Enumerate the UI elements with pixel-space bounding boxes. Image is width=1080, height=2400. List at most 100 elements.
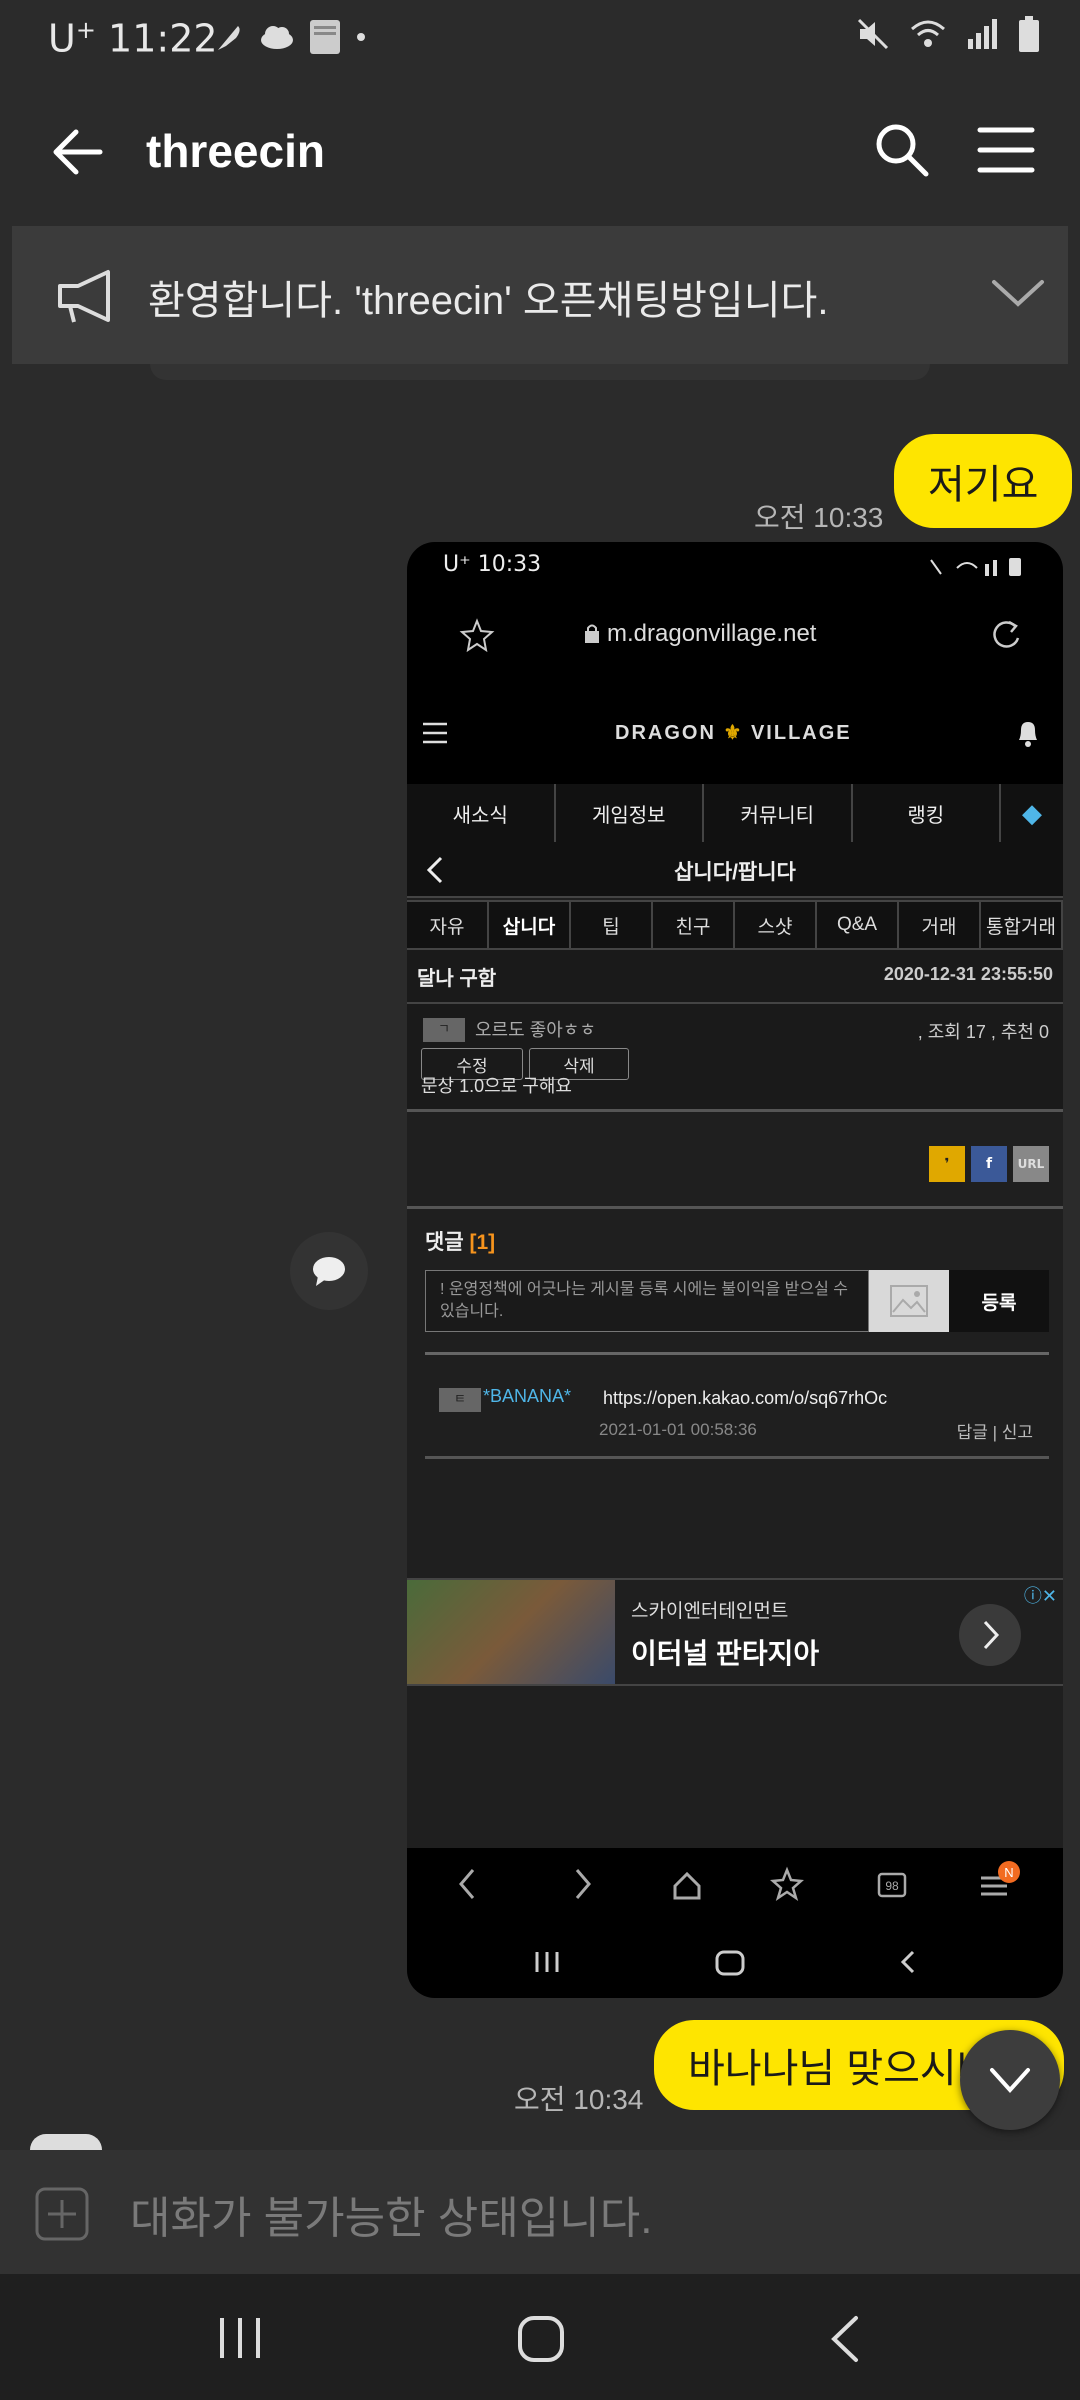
status-bar: U+ 11:22 (0, 0, 1080, 78)
hamburger-icon (423, 722, 447, 744)
chevron-down-icon (990, 2068, 1030, 2093)
board-title: 삽니다/팝니다 (674, 861, 796, 884)
tabs-count: 98 (885, 1879, 899, 1893)
comment-actions: 답글 | 신고 (956, 1423, 1033, 1442)
sub-tab: 친구 (651, 900, 735, 950)
ad-brand: 스카이엔터테인먼트 (631, 1601, 789, 1622)
clock: 11:22 (108, 16, 218, 61)
message-bubble[interactable]: 저기요 (894, 434, 1073, 528)
input-bar: 대화가 불가능한 상태입니다. (0, 2150, 1080, 2274)
back-icon[interactable] (826, 2314, 862, 2364)
input-placeholder: 대화가 불가능한 상태입니다. (130, 2194, 653, 2243)
board-title-bar: 삽니다/팝니다 (407, 842, 1063, 898)
speech-bubble-icon (313, 1257, 345, 1286)
divider (407, 1206, 1063, 1209)
browser-bottom-bar: 98 N (407, 1848, 1063, 1998)
mute-icon (857, 18, 889, 50)
ad-name: 이터널 판타지아 (631, 1638, 820, 1669)
message-time: 오전 10:34 (514, 2084, 644, 2115)
image-message[interactable]: U⁺ 10:33 m.dragonvillage.net DRAGON ⚜ VI… (407, 542, 1063, 1998)
kakao-share-icon: ❜ (929, 1146, 965, 1182)
sub-tab: 자유 (407, 900, 489, 950)
sub-tab: Q&A (815, 900, 899, 950)
menu-badge: N (1004, 1865, 1013, 1880)
diamond-icon: ◆ (1022, 797, 1042, 828)
board-sub-tabs: 자유 삽니다 팁 친구 스샷 Q&A 거래 통합거래 (407, 900, 1063, 950)
comment-submit-button: 등록 (949, 1270, 1049, 1332)
divider (425, 1352, 1049, 1355)
chevron-right-icon (983, 1620, 1000, 1650)
notice-text: 환영합니다. 'threecin' 오픈채팅방입니다. (148, 279, 829, 323)
nav-item: 새소식 (407, 784, 556, 842)
cloud-icon (261, 26, 293, 49)
sub-tab-active: 삽니다 (487, 900, 571, 950)
post-title: 달나 구함 (417, 968, 497, 990)
level-badge: ㄱ (423, 1018, 465, 1042)
nav-item: 게임정보 (556, 784, 704, 842)
share-button[interactable] (290, 1232, 368, 1310)
sub-tab: 거래 (897, 900, 981, 950)
home-icon[interactable] (516, 2314, 566, 2364)
site-header: DRAGON ⚜ VILLAGE (407, 684, 1063, 784)
ad-info-icon: ⓘ✕ (1023, 1586, 1057, 1607)
feather-icon (218, 26, 240, 50)
shot-battery-icon (930, 558, 1021, 576)
notice-shadow (150, 364, 930, 380)
comment-input: ! 운영정책에 어긋나는 게시물 등록 시에는 불이익을 받으실 수 있습니다. (425, 1270, 869, 1332)
bell-icon (1019, 722, 1037, 747)
nav-item: 랭킹 (853, 784, 1001, 842)
post-stats: , 조회 17 , 추천 0 (917, 1022, 1049, 1042)
bible-app-icon (310, 20, 340, 54)
nav-item: 커뮤니티 (704, 784, 853, 842)
system-nav-bar (0, 2274, 1080, 2400)
shot-status-time: U⁺ 10:33 (443, 552, 542, 577)
browser-toolbar-icons: 98 N (459, 1861, 1020, 1976)
divider (425, 1456, 1049, 1459)
reload-icon (993, 620, 1020, 648)
notice-banner[interactable]: 환영합니다. 'threecin' 오픈채팅방입니다. (12, 226, 1068, 364)
battery-icon (1019, 16, 1039, 52)
sub-tab: 팁 (569, 900, 653, 950)
browser-url: m.dragonvillage.net (607, 620, 817, 647)
star-icon (459, 618, 495, 653)
url-share-icon: URL (1013, 1146, 1049, 1182)
post-header: 달나 구함 2020-12-31 23:55:50 (407, 950, 1063, 1004)
sub-tab: 스샷 (733, 900, 817, 950)
comment-level-badge: ㅌ (439, 1388, 481, 1412)
post-author: 오르도 좋아ㅎㅎ (475, 1020, 596, 1040)
comment-user: *BANANA* (483, 1386, 572, 1406)
site-logo: DRAGON ⚜ VILLAGE (615, 722, 852, 744)
sub-tab: 통합거래 (979, 900, 1063, 950)
plus-icon[interactable] (34, 2186, 90, 2242)
dot-icon (357, 33, 365, 41)
post-body: 문상 1.0으로 구해요 (421, 1076, 572, 1096)
image-icon (890, 1285, 928, 1317)
chevron-down-icon[interactable] (988, 272, 1048, 312)
lock-icon (585, 624, 599, 643)
recent-apps-icon[interactable] (216, 2314, 264, 2362)
image-attach-button (869, 1270, 949, 1332)
message-time: 오전 10:33 (754, 502, 884, 533)
system-icons (856, 16, 1040, 52)
comment-text: https://open.kakao.com/o/sq67rhOc (603, 1388, 888, 1408)
post-date: 2020-12-31 23:55:50 (883, 964, 1053, 984)
browser-url-bar: m.dragonvillage.net (407, 592, 1063, 684)
ad-go-button (959, 1604, 1021, 1666)
share-buttons: ❜ f URL (929, 1146, 1049, 1182)
back-arrow-icon[interactable] (48, 122, 108, 182)
megaphone-icon (58, 270, 110, 323)
chat-header: threecin (0, 78, 1080, 226)
wifi-icon (911, 20, 945, 47)
shot-status-bar: U⁺ 10:33 (407, 542, 1063, 592)
search-icon[interactable] (872, 120, 930, 178)
avatar (30, 2134, 102, 2150)
ad-banner: 스카이엔터테인먼트 이터널 판타지아 ⓘ✕ (407, 1578, 1063, 1686)
signal-icon (968, 19, 997, 49)
notification-icons (212, 18, 368, 56)
comments-label: 댓글 [1] (425, 1231, 496, 1254)
carrier-label: U+ 11:22 (48, 16, 218, 61)
comment-placeholder: ! 운영정책에 어긋나는 게시물 등록 시에는 불이익을 받으실 수 있습니다. (440, 1281, 849, 1320)
menu-icon[interactable] (976, 124, 1036, 176)
scroll-down-button[interactable] (960, 2030, 1060, 2130)
comment-date: 2021-01-01 00:58:36 (599, 1420, 757, 1439)
